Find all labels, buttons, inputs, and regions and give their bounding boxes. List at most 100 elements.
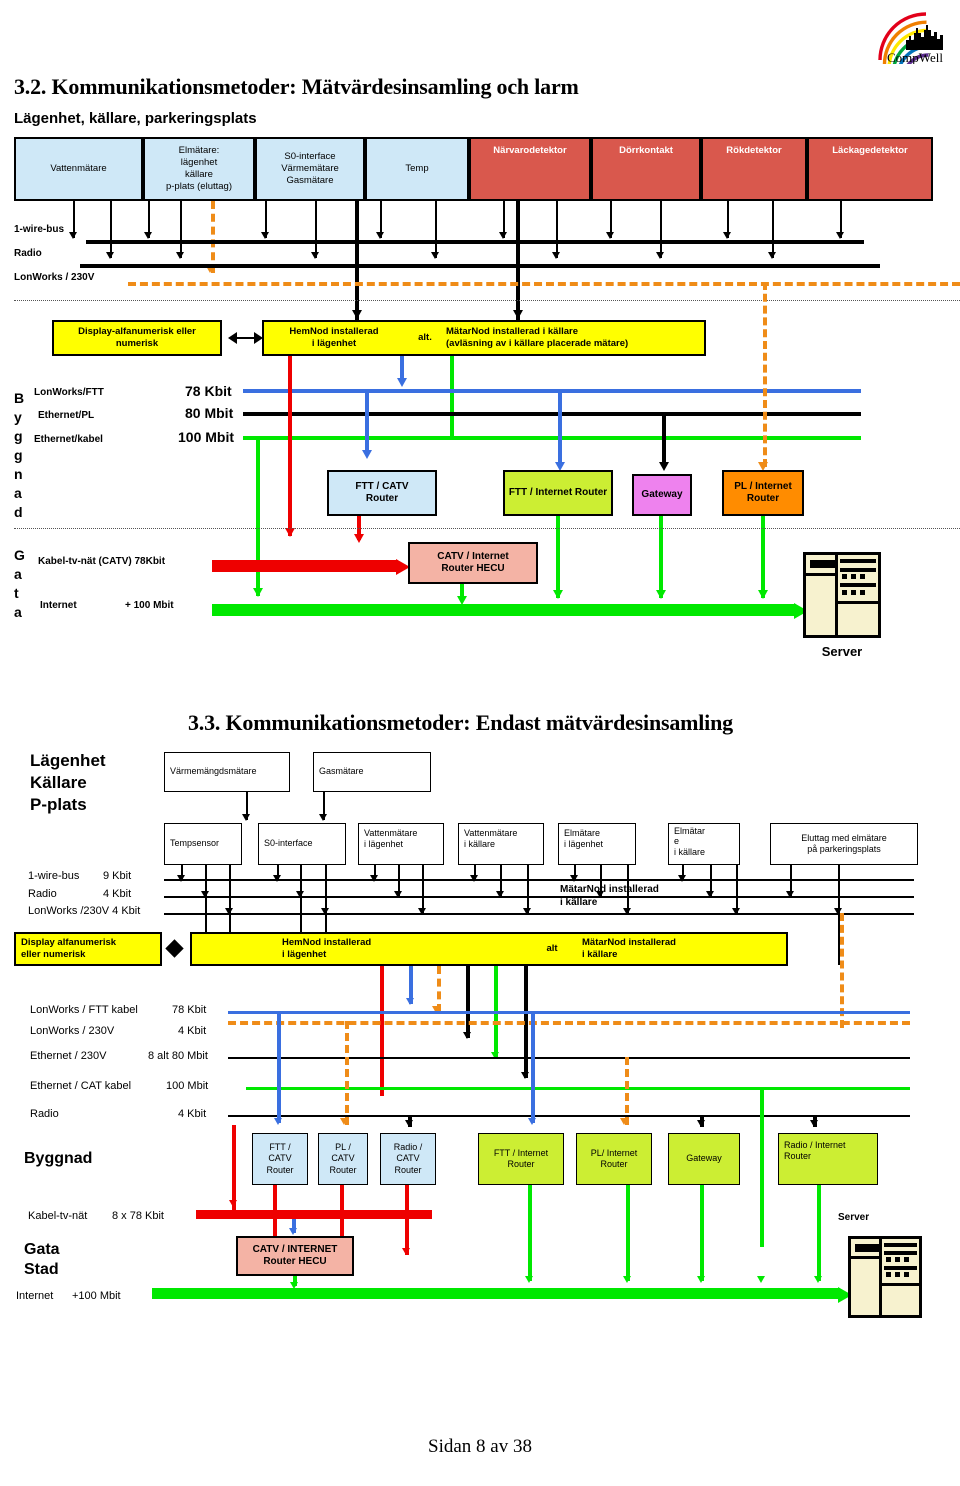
street-bus-label-catv: Kabel-tv-nät (CATV) 78Kbit xyxy=(38,556,166,567)
router-box-ftt-internet-2[interactable]: FTT / Internet Router xyxy=(478,1133,564,1185)
router-box-ftt-internet[interactable]: FTT / Internet Router xyxy=(503,470,613,516)
stub-catv-2 xyxy=(380,966,384,1096)
section-heading-3-3: 3.3. Kommunikationsmetoder: Endast mätvä… xyxy=(188,710,733,735)
catv-bus-label: Kabel-tv-nät xyxy=(28,1210,88,1222)
device-box-elmatare[interactable]: Elmätare: lägenhet källare p-plats (elut… xyxy=(143,137,255,201)
router-box-radio-catv-2[interactable]: Radio / CATV Router xyxy=(380,1133,436,1185)
router-label: PL / CATV Router xyxy=(329,1142,357,1175)
catv-down-line xyxy=(288,389,292,536)
catv-bus-rate: 8 x 78 Kbit xyxy=(112,1210,164,1222)
display-box-label: Display-alfanumerisk eller numerisk xyxy=(78,326,196,349)
hecu-box-1[interactable]: CATV / Internet Router HECU xyxy=(408,542,538,584)
connector-diamond xyxy=(165,939,184,958)
drop-line xyxy=(772,201,774,258)
bus-line-lonworks xyxy=(128,282,960,286)
device-label: Temp xyxy=(405,163,429,175)
router-box-gateway[interactable]: Gateway xyxy=(632,474,692,516)
drop-line xyxy=(315,201,317,258)
bbus-rate-ethernet-kabel: 100 Mbit xyxy=(178,429,235,445)
sensor-box-s0-interface[interactable]: S0-interface xyxy=(258,823,346,865)
device-box-temp[interactable]: Temp xyxy=(365,137,469,201)
arrow-down xyxy=(176,252,184,259)
device-box-vattenmatare[interactable]: Vattenmätare xyxy=(14,137,143,201)
s2-bbus-label-3: Ethernet / CAT kabel xyxy=(30,1080,132,1092)
arrow-down xyxy=(362,450,372,459)
stub-eth230-2 xyxy=(466,966,470,1038)
arrow-down xyxy=(242,814,250,821)
device-box-s0-interface[interactable]: S0-interface Värmemätare Gasmätare xyxy=(255,137,365,201)
meter-box-gasmatare[interactable]: Gasmätare xyxy=(313,752,431,792)
sensor-label: Vattenmätare i källare xyxy=(464,828,518,850)
compwell-logo: CompWell xyxy=(876,6,954,64)
device-box-dorrkontakt[interactable]: Dörrkontakt xyxy=(591,137,701,201)
bus-line-radio xyxy=(80,264,880,268)
router-box-pl-catv-2[interactable]: PL / CATV Router xyxy=(318,1133,368,1185)
device-label: Rökdetektor xyxy=(726,145,782,156)
gata-vertical-label: Gata xyxy=(14,547,25,620)
router-feed-ftt-catv xyxy=(365,389,369,455)
arrow-down xyxy=(285,528,295,537)
sensor-box-vattenmatare-kallare[interactable]: Vattenmätare i källare xyxy=(458,823,544,865)
internet-bus-line xyxy=(152,1288,840,1299)
router-label: FTT / Internet Router xyxy=(493,1147,549,1169)
s2-bus-rate-radio: 4 Kbit xyxy=(103,888,132,900)
street-bus-line-catv xyxy=(212,560,398,572)
sensor-box-tempsensor[interactable]: Tempsensor xyxy=(164,823,242,865)
sensor-box-vattenmatare-lagenhet[interactable]: Vattenmätare i lägenhet xyxy=(358,823,444,865)
router-label: FTT / Internet Router xyxy=(508,486,608,498)
device-label: Läckagedetektor xyxy=(832,145,908,156)
s2-bbus-label-4: Radio xyxy=(30,1108,59,1120)
display-box-2[interactable]: Display alfanumerisk eller numerisk xyxy=(14,932,162,966)
meter-box-varmemangdsmatare[interactable]: Värmemängdsmätare xyxy=(164,752,290,792)
node-box-2[interactable]: HemNod installerad i lägenhet alt MätarN… xyxy=(190,932,788,966)
bus-line-1wire xyxy=(86,240,864,244)
internet-bus-label: Internet xyxy=(16,1290,54,1302)
router-feed-gateway xyxy=(662,412,666,467)
s2-bbus-label-0: LonWorks / FTT kabel xyxy=(30,1004,138,1016)
internet-bus-rate: +100 Mbit xyxy=(72,1290,121,1302)
router-label: PL / Internet Router xyxy=(734,480,792,505)
connector xyxy=(236,337,256,339)
sensor-label: Tempsensor xyxy=(170,838,220,849)
s2-bus-rate-1wire: 9 Kbit xyxy=(103,870,132,882)
bbus-label-lonworks-ftt: LonWorks/FTT xyxy=(34,387,104,398)
s2-bbus-label-2: Ethernet / 230V xyxy=(30,1050,107,1062)
alt-label: alt xyxy=(546,943,558,955)
node-box-1[interactable]: HemNod installerad i lägenhet alt. Mätar… xyxy=(262,320,706,356)
sensor-label: S0-interface xyxy=(264,838,313,849)
router-box-ftt-catv-2[interactable]: FTT / CATV Router xyxy=(252,1133,308,1185)
s2-bus-label-lonworks: LonWorks /230V 4 Kbit xyxy=(28,905,141,917)
drop-line-lonworks xyxy=(211,201,215,273)
meter-label: Värmemängdsmätare xyxy=(170,766,257,777)
router-box-radio-internet-2[interactable]: Radio / Internet Router xyxy=(778,1133,878,1185)
router-box-gateway-2[interactable]: Gateway xyxy=(668,1133,740,1185)
s2-bus-line-radio xyxy=(164,896,914,898)
arrow-down xyxy=(261,232,269,239)
bus-label-1wire: 1-wire-bus xyxy=(14,224,65,235)
router-box-ftt-catv[interactable]: FTT / CATV Router xyxy=(327,470,437,516)
device-box-rokdetektor[interactable]: Rökdetektor xyxy=(701,137,807,201)
arrow-down xyxy=(606,232,614,239)
matarnod-label: MätarNod installerad i källare (avläsnin… xyxy=(446,326,629,349)
router-box-pl-internet[interactable]: PL / Internet Router xyxy=(722,470,804,516)
sensor-box-eluttag-parkering[interactable]: Eluttag med elmätare på parkeringsplats xyxy=(770,823,918,865)
router-label: Radio / Internet Router xyxy=(784,1140,846,1162)
display-box-1[interactable]: Display-alfanumerisk eller numerisk xyxy=(52,320,222,356)
zone-divider xyxy=(14,300,960,301)
hecu-box-2[interactable]: CATV / INTERNET Router HECU xyxy=(236,1236,354,1276)
sensor-box-elmatare-kallare[interactable]: Elmätar e i källare xyxy=(668,823,740,865)
s2-bus-label-radio: Radio xyxy=(28,888,57,900)
arrow-down xyxy=(659,462,669,471)
device-box-lackagedetektor[interactable]: Läckagedetektor xyxy=(807,137,933,201)
sensor-box-elmatare-lagenhet[interactable]: Elmätare i lägenhet xyxy=(558,823,636,865)
router-box-pl-internet-2[interactable]: PL/ Internet Router xyxy=(576,1133,652,1185)
sensor-label: Vattenmätare i lägenhet xyxy=(364,828,418,850)
s2-bbus-line-radio xyxy=(228,1115,910,1117)
bbus-line-lonworks-ftt xyxy=(243,389,861,393)
device-box-narvarodetektor[interactable]: Närvarodetektor xyxy=(469,137,591,201)
zone-label-3-3: Lägenhet Källare P-plats xyxy=(30,751,106,814)
arrow-down xyxy=(836,232,844,239)
hecu-label: CATV / Internet Router HECU xyxy=(437,550,509,575)
device-label: Dörrkontakt xyxy=(619,145,673,156)
stub-ethernet xyxy=(450,356,454,436)
